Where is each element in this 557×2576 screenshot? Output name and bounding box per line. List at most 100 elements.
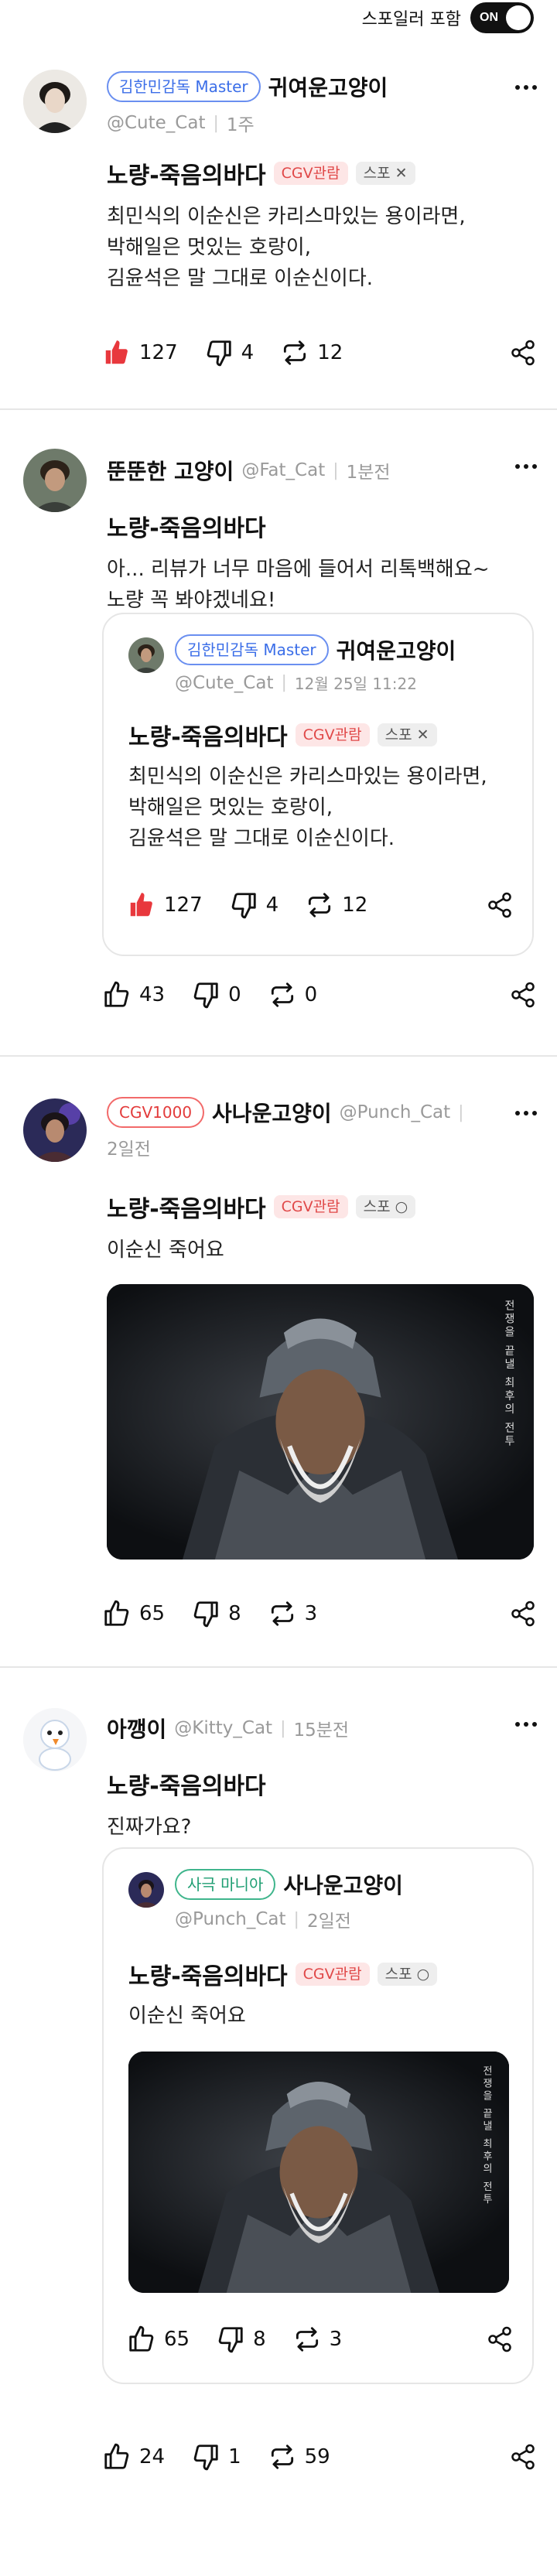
post-time: 12월 25일 11:22 <box>294 675 417 693</box>
dislike-button[interactable]: 8 <box>191 1599 241 1628</box>
cgv-watched-tag: CGV관람 <box>273 162 348 185</box>
share-icon[interactable] <box>509 339 537 367</box>
share-icon[interactable] <box>509 981 537 1009</box>
photo-caption: 전쟁을 끝낼 최후의 전투 <box>480 2065 492 2206</box>
avatar[interactable] <box>23 1098 87 1162</box>
dislike-count: 0 <box>228 983 241 1006</box>
user-handle: @Kitty_Cat <box>174 1718 273 1738</box>
nickname[interactable]: 아깽이 <box>107 1713 166 1744</box>
thumbs-down-icon <box>191 1599 220 1628</box>
dislike-button[interactable]: 8 <box>216 2325 266 2354</box>
post-text: 최민식의 이순신은 카리스마있는 용이라면, 박해일은 멋있는 호랑이, 김윤석… <box>128 765 487 850</box>
thumbs-down-icon <box>204 338 234 367</box>
post-text: 진짜가요? <box>107 1816 192 1839</box>
user-handle: @Punch_Cat <box>175 1909 286 1929</box>
avatar[interactable] <box>23 70 87 133</box>
movie-title[interactable]: 노량-죽음의바다 <box>107 156 266 190</box>
like-count: 24 <box>139 2445 166 2468</box>
like-button[interactable]: 24 <box>102 2442 165 2472</box>
user-handle: @Cute_Cat <box>175 672 274 693</box>
like-count: 127 <box>164 893 203 917</box>
dislike-count: 4 <box>265 893 279 917</box>
divider: | <box>293 1909 299 1929</box>
repost-icon <box>280 338 309 367</box>
more-options-icon[interactable] <box>515 1722 537 1727</box>
dislike-button[interactable]: 4 <box>229 890 279 920</box>
repost-icon <box>268 1599 297 1628</box>
movie-still-image <box>128 2052 509 2293</box>
movie-title[interactable]: 노량-죽음의바다 <box>107 1767 266 1801</box>
post: CGV1000 사나운고양이 @Punch_Cat | 2일전 노량-죽음의바다… <box>0 1057 557 1668</box>
thumbs-down-icon <box>191 980 220 1010</box>
movie-still-image <box>107 1284 534 1560</box>
repost-button[interactable]: 3 <box>292 2325 343 2354</box>
like-count: 43 <box>139 983 166 1006</box>
thumbs-up-filled-icon <box>127 890 156 920</box>
post-photo[interactable]: 전쟁을 끝낼 최후의 전투 <box>107 1284 534 1560</box>
repost-count: 3 <box>329 2328 343 2351</box>
quoted-post[interactable]: 김한민감독 Master 귀여운고양이 @Cute_Cat | 12월 25일 … <box>102 613 534 956</box>
avatar[interactable] <box>23 1708 87 1771</box>
share-icon[interactable] <box>486 891 514 919</box>
divider: | <box>458 1102 464 1122</box>
like-button[interactable]: 65 <box>127 2325 190 2354</box>
share-icon[interactable] <box>486 2325 514 2353</box>
repost-count: 59 <box>304 2445 330 2468</box>
toggle-on-label: ON <box>480 11 498 24</box>
share-icon[interactable] <box>509 1600 537 1628</box>
movie-title[interactable]: 노량-죽음의바다 <box>107 509 266 543</box>
more-options-icon[interactable] <box>515 464 537 469</box>
repost-count: 0 <box>304 983 318 1006</box>
master-badge: 김한민감독 Master <box>107 71 261 102</box>
dislike-button[interactable]: 1 <box>191 2442 241 2472</box>
like-count: 65 <box>164 2328 190 2351</box>
spoiler-toggle[interactable]: ON <box>470 2 534 33</box>
genre-mania-badge: 사극 마니아 <box>175 1869 276 1900</box>
like-button[interactable]: 127 <box>102 338 178 367</box>
more-options-icon[interactable] <box>515 85 537 90</box>
post-text: 이순신 죽어요 <box>107 1238 224 1262</box>
dislike-count: 8 <box>253 2328 266 2351</box>
thumbs-up-icon <box>102 2442 132 2472</box>
like-button[interactable]: 43 <box>102 980 165 1010</box>
repost-button[interactable]: 0 <box>268 980 318 1010</box>
repost-count: 12 <box>342 893 368 917</box>
avatar[interactable] <box>23 449 87 512</box>
like-count: 127 <box>139 341 178 364</box>
nickname: 사나운고양이 <box>283 1873 403 1898</box>
post-time: 2일전 <box>107 1139 151 1160</box>
more-options-icon[interactable] <box>515 1111 537 1115</box>
post-photo[interactable]: 전쟁을 끝낼 최후의 전투 <box>128 2052 509 2293</box>
post-text: 아... 리뷰가 너무 마음에 들어서 리톡백해요~ 노량 꼭 봐야겠네요! <box>107 558 490 612</box>
repost-button[interactable]: 12 <box>305 890 367 920</box>
avatar <box>128 1872 164 1908</box>
like-button[interactable]: 65 <box>102 1599 165 1628</box>
avatar <box>128 637 164 673</box>
quoted-post[interactable]: 사극 마니아 사나운고양이 @Punch_Cat | 2일전 노량-죽음의바다 … <box>102 1847 534 2384</box>
post-time: 1주 <box>226 115 255 135</box>
dislike-button[interactable]: 4 <box>204 338 255 367</box>
nickname[interactable]: 뚠뚠한 고양이 <box>107 455 234 486</box>
repost-icon <box>268 2442 297 2472</box>
cgv-level-badge: CGV1000 <box>107 1097 205 1128</box>
nickname[interactable]: 사나운고양이 <box>212 1097 332 1128</box>
repost-button[interactable]: 59 <box>268 2442 330 2472</box>
thumbs-down-icon <box>229 890 258 920</box>
thumbs-up-icon <box>127 2325 156 2354</box>
repost-button[interactable]: 12 <box>280 338 343 367</box>
dislike-count: 4 <box>241 341 255 364</box>
movie-title[interactable]: 노량-죽음의바다 <box>107 1190 266 1224</box>
repost-button[interactable]: 3 <box>268 1599 317 1628</box>
repost-icon <box>305 890 334 920</box>
thumbs-up-icon <box>102 980 132 1010</box>
nickname[interactable]: 귀여운고양이 <box>268 71 388 102</box>
like-button[interactable]: 127 <box>127 890 203 920</box>
repost-icon <box>292 2325 322 2354</box>
thumbs-down-icon <box>191 2442 220 2472</box>
top-bar: 스포일러 포함 ON <box>0 0 557 36</box>
spoiler-tag: 스포 ✕ <box>355 162 415 185</box>
cgv-watched-tag: CGV관람 <box>273 1195 348 1218</box>
dislike-button[interactable]: 0 <box>191 980 241 1010</box>
divider: | <box>333 460 339 480</box>
share-icon[interactable] <box>509 2443 537 2471</box>
